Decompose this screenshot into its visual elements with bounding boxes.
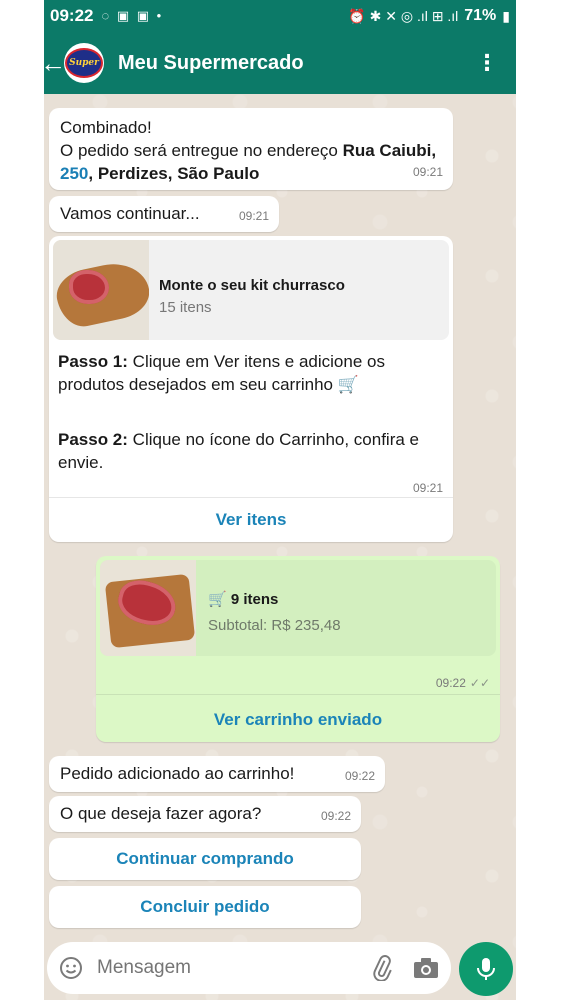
chat-title[interactable]: Meu Supermercado xyxy=(118,52,304,75)
step-1: Passo 1: Clique em Ver itens e adicione … xyxy=(58,350,446,396)
catalog-count: 15 itens xyxy=(159,299,212,316)
emoji-icon[interactable] xyxy=(59,956,83,980)
divider xyxy=(96,694,500,695)
avatar[interactable]: Super xyxy=(64,43,104,83)
continue-shopping-button[interactable]: Continuar comprando xyxy=(49,838,361,880)
battery-icon: ▮ xyxy=(502,7,510,24)
step-2: Passo 2: Clique no ícone do Carrinho, co… xyxy=(58,428,446,474)
message-bubble-continue: Vamos continuar... 09:21 xyxy=(49,196,279,232)
status-time: 09:22 xyxy=(50,6,94,25)
app-bar: ← Super Meu Supermercado ⋮ xyxy=(44,32,516,94)
cart-item-count: 9 itens xyxy=(230,591,279,608)
address-street: Rua Caiubi xyxy=(342,141,432,160)
cart-subtotal: Subtotal: R$ 235,48 xyxy=(208,617,341,634)
message-time: 09:22 xyxy=(344,769,375,783)
catalog-title: Monte o seu kit churrasco xyxy=(159,277,345,294)
attach-icon[interactable] xyxy=(369,955,395,981)
camera-icon[interactable] xyxy=(413,956,439,980)
message-bubble-added: Pedido adicionado ao carrinho! 09:22 xyxy=(49,756,385,792)
view-items-button[interactable]: Ver itens xyxy=(49,508,453,531)
message-bubble-catalog: Monte o seu kit churrasco 15 itens Passo… xyxy=(49,236,453,542)
message-meta: 09:22 ✓✓ xyxy=(436,672,490,695)
back-arrow-icon[interactable]: ← xyxy=(44,48,66,79)
message-time: 09:22 xyxy=(435,676,466,690)
message-time: 09:22 xyxy=(320,809,351,823)
divider xyxy=(49,497,453,498)
finish-order-button[interactable]: Concluir pedido xyxy=(49,886,361,928)
message-bubble-question: O que deseja fazer agora? 09:22 xyxy=(49,796,361,832)
more-options-icon[interactable]: ⋮ xyxy=(476,50,498,76)
message-text: Combinado! O pedido será entregue no end… xyxy=(60,116,443,185)
message-time: 09:21 xyxy=(238,209,269,223)
message-input[interactable] xyxy=(95,956,339,980)
message-line: O pedido será entregue no endereço xyxy=(60,141,343,160)
read-ticks-icon: ✓✓ xyxy=(469,676,490,690)
view-cart-button[interactable]: Ver carrinho enviado xyxy=(96,708,500,731)
system-icons: ⏰ ✱ ✕ ◎ .ıl ⊞ .ıl xyxy=(348,7,459,24)
cart-card[interactable]: 🛒 9 itens Subtotal: R$ 235,48 xyxy=(100,560,496,656)
mic-icon xyxy=(477,958,495,980)
message-line: Combinado! xyxy=(60,118,152,137)
status-bar: 09:22 ◌ ▣ ▣ • ⏰ ✱ ✕ ◎ .ıl ⊞ .ıl 71% ▮ xyxy=(44,0,516,32)
store-logo: Super xyxy=(65,48,103,78)
status-right: ⏰ ✱ ✕ ◎ .ıl ⊞ .ıl 71% ▮ xyxy=(348,7,510,25)
message-text: Vamos continuar... xyxy=(60,204,200,223)
step-label: Passo 2: xyxy=(58,430,128,449)
cart-items: 🛒 9 itens xyxy=(208,588,278,611)
address-rest: , Perdizes, São Paulo xyxy=(88,164,260,183)
chat-screen: 09:22 ◌ ▣ ▣ • ⏰ ✱ ✕ ◎ .ıl ⊞ .ıl 71% ▮ ← … xyxy=(44,0,516,1000)
product-thumbnail xyxy=(100,560,196,656)
cart-icon: 🛒 xyxy=(208,591,227,608)
message-text: Pedido adicionado ao carrinho! xyxy=(60,764,295,783)
address-number[interactable]: 250 xyxy=(60,164,88,183)
notification-icons: ◌ ▣ ▣ • xyxy=(101,8,164,23)
step-label: Passo 1: xyxy=(58,352,128,371)
message-bubble-cart: 🛒 9 itens Subtotal: R$ 235,48 09:22 ✓✓ V… xyxy=(96,556,500,742)
separator: , xyxy=(431,141,437,160)
battery-level: 71% xyxy=(464,7,497,24)
message-text: O que deseja fazer agora? xyxy=(60,804,262,823)
message-composer xyxy=(47,942,451,994)
message-time: 09:21 xyxy=(412,165,443,179)
meat-cut xyxy=(69,270,109,304)
catalog-card[interactable]: Monte o seu kit churrasco 15 itens xyxy=(53,240,449,340)
mic-button[interactable] xyxy=(459,942,513,996)
message-bubble-address: Combinado! O pedido será entregue no end… xyxy=(49,108,453,190)
product-thumbnail xyxy=(53,240,149,340)
